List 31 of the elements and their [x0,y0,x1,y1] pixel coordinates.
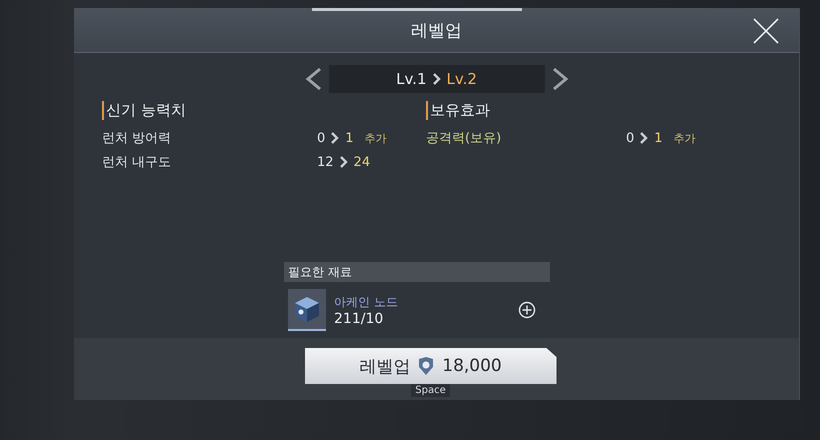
material-count: 211/10 [334,310,384,326]
stat-value: 0 [317,130,326,146]
next-level: Lv.2 [446,70,477,88]
stat-value: 24 [354,154,370,170]
current-level: Lv.1 [396,70,426,88]
close-button[interactable] [753,18,779,44]
stat-label: 런처 내구도 [102,154,172,171]
stat-label: 공격력(보유) [426,130,502,147]
coin-icon [418,357,434,375]
stat-value: 12 [317,154,334,170]
material-name: 아케인 노드 [334,294,399,310]
level-up-button[interactable]: 레벨업 18,000 [304,348,556,384]
stat-suffix: 추가 [674,130,696,146]
cube-icon [288,289,326,331]
chevron-icon [432,73,440,85]
dialog-title: 레벨업 [411,20,462,42]
stat-value: 1 [345,130,354,146]
stat-suffix: 추가 [364,130,387,146]
next-button[interactable] [550,67,568,91]
previous-button[interactable] [304,67,322,91]
chevron-icon [340,156,348,168]
stat-value: 0 [626,130,634,146]
stat-label: 런처 방어력 [102,130,172,147]
section-heading: 신기 능력치 [102,101,402,120]
stat-value: 1 [654,130,663,146]
chevron-icon [331,132,340,144]
chevron-icon [640,132,648,144]
materials-heading: 필요한 재료 [284,262,550,282]
add-button[interactable] [518,301,536,319]
section-heading: 보유효과 [426,101,726,120]
key-hint: Space [411,384,450,397]
